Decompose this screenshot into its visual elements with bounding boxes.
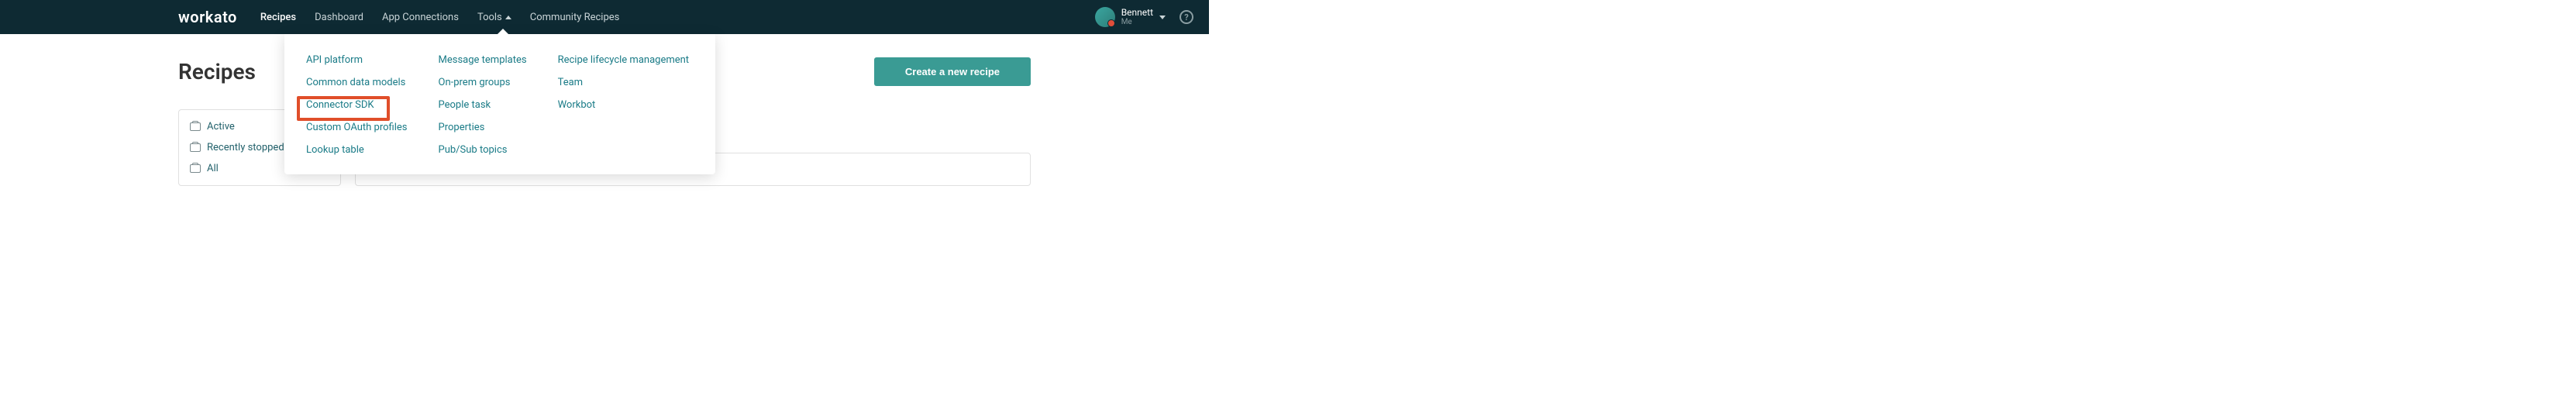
tools-properties[interactable]: Properties: [439, 122, 527, 133]
nav-app-connections[interactable]: App Connections: [382, 12, 459, 23]
nav-recipes[interactable]: Recipes: [260, 12, 296, 23]
nav-community-recipes[interactable]: Community Recipes: [530, 12, 620, 23]
tools-dropdown: API platform Common data models Connecto…: [284, 34, 715, 174]
chevron-up-icon: [505, 15, 511, 19]
tools-pubsub-topics[interactable]: Pub/Sub topics: [439, 144, 527, 156]
folder-icon: [190, 122, 201, 131]
nav-dashboard[interactable]: Dashboard: [315, 12, 363, 23]
tools-lookup-table[interactable]: Lookup table: [306, 144, 408, 156]
help-icon[interactable]: ?: [1180, 10, 1193, 24]
tools-api-platform[interactable]: API platform: [306, 54, 408, 66]
main-nav: Recipes Dashboard App Connections Tools …: [260, 12, 619, 23]
tools-people-task[interactable]: People task: [439, 99, 527, 111]
folder-icon: [190, 164, 201, 173]
nav-tools-label: Tools: [477, 12, 502, 23]
page-title: Recipes: [178, 59, 256, 84]
avatar: [1095, 7, 1115, 27]
create-recipe-button[interactable]: Create a new recipe: [874, 57, 1031, 86]
brand-logo[interactable]: workato: [178, 8, 237, 26]
tools-on-prem-groups[interactable]: On-prem groups: [439, 77, 527, 88]
folder-icon: [190, 143, 201, 152]
tools-message-templates[interactable]: Message templates: [439, 54, 527, 66]
tools-connector-sdk[interactable]: Connector SDK: [306, 99, 408, 111]
tools-team[interactable]: Team: [558, 77, 689, 88]
top-navbar: workato Recipes Dashboard App Connection…: [0, 0, 1209, 34]
tools-custom-oauth[interactable]: Custom OAuth profiles: [306, 122, 408, 133]
chevron-down-icon: [1159, 15, 1166, 19]
nav-tools[interactable]: Tools: [477, 12, 511, 23]
user-sub: Me: [1121, 18, 1153, 26]
tools-recipe-lifecycle[interactable]: Recipe lifecycle management: [558, 54, 689, 66]
tools-common-data-models[interactable]: Common data models: [306, 77, 408, 88]
user-name: Bennett: [1121, 8, 1153, 18]
user-menu[interactable]: Bennett Me: [1095, 7, 1166, 27]
tools-workbot[interactable]: Workbot: [558, 99, 689, 111]
